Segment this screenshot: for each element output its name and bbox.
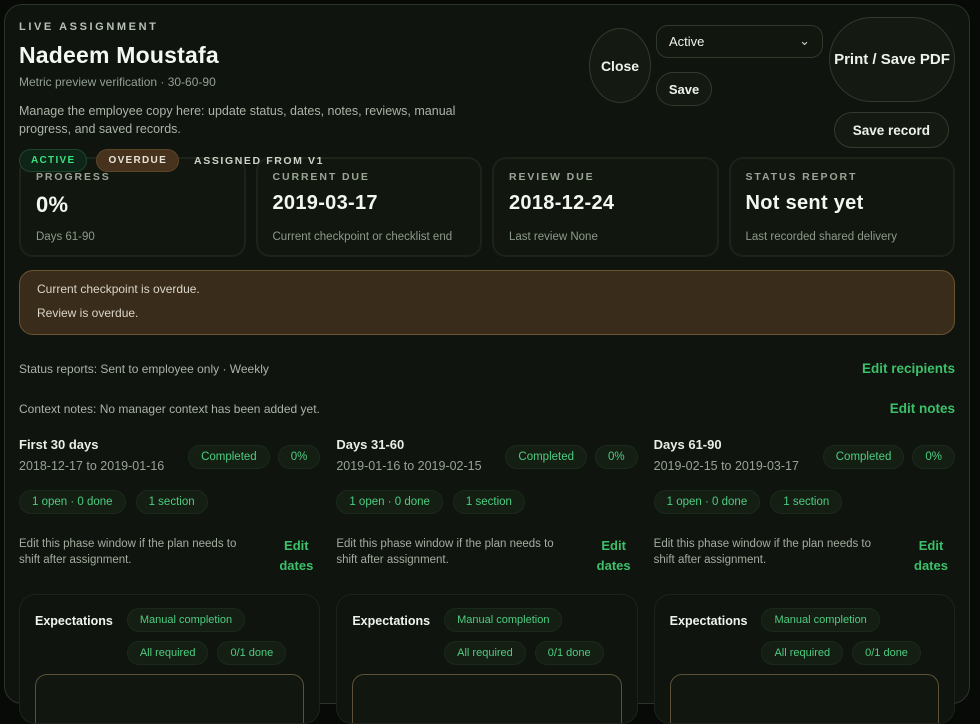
phase-range: 2019-01-16 to 2019-02-15 xyxy=(336,459,481,473)
expectations-grid: Expectations Manual completion All requi… xyxy=(19,594,955,724)
pill-all-required: All required xyxy=(444,641,526,665)
phase-open-done-pill: 1 open · 0 done xyxy=(654,490,761,514)
phase-section-pill: 1 section xyxy=(453,490,525,514)
overdue-alert: Current checkpoint is overdue. Review is… xyxy=(19,270,955,335)
edit-recipients-link[interactable]: Edit recipients xyxy=(862,361,955,376)
header-actions: Close Active ⌄ Save Print / Save PDF Sav… xyxy=(571,21,955,161)
assigned-from-badge: ASSIGNED FROM V1 xyxy=(188,155,324,167)
alert-line-checkpoint: Current checkpoint is overdue. xyxy=(37,282,937,296)
phase-status-pill: Completed xyxy=(823,445,905,469)
pill-all-required: All required xyxy=(761,641,843,665)
phase-range: 2018-12-17 to 2019-01-16 xyxy=(19,459,164,473)
edit-dates-link[interactable]: Edit dates xyxy=(907,536,955,575)
phase-range: 2019-02-15 to 2019-03-17 xyxy=(654,459,799,473)
stat-subtext: Last review None xyxy=(509,231,702,243)
stat-value: 0% xyxy=(36,192,229,218)
phase-section-pill: 1 section xyxy=(136,490,208,514)
context-notes-summary: Context notes: No manager context has be… xyxy=(19,402,320,416)
phase-open-done-pill: 1 open · 0 done xyxy=(336,490,443,514)
phase-open-done-pill: 1 open · 0 done xyxy=(19,490,126,514)
alert-line-review: Review is overdue. xyxy=(37,306,937,320)
phase-hint: Edit this phase window if the plan needs… xyxy=(654,536,886,575)
stat-subtext: Days 61-90 xyxy=(36,231,229,243)
status-badge-overdue: OVERDUE xyxy=(96,149,179,172)
status-reports-row: Status reports: Sent to employee only · … xyxy=(19,361,955,376)
save-button[interactable]: Save xyxy=(656,72,712,106)
expectation-item-box xyxy=(35,674,304,724)
stat-label: PROGRESS xyxy=(36,171,229,183)
pill-done-count: 0/1 done xyxy=(217,641,286,665)
phase-percent-pill: 0% xyxy=(912,445,955,469)
phase-block-days-31-60: Days 31-60 2019-01-16 to 2019-02-15 Comp… xyxy=(336,437,637,575)
pill-all-required: All required xyxy=(127,641,209,665)
phase-status-pill: Completed xyxy=(188,445,270,469)
edit-dates-link[interactable]: Edit dates xyxy=(590,536,638,575)
phase-title: Days 61-90 xyxy=(654,437,799,452)
expectations-title: Expectations xyxy=(352,614,430,628)
status-reports-summary: Status reports: Sent to employee only · … xyxy=(19,362,269,376)
pill-done-count: 0/1 done xyxy=(852,641,921,665)
status-select-value: Active xyxy=(669,34,704,49)
save-record-button[interactable]: Save record xyxy=(834,112,949,148)
pill-manual-completion: Manual completion xyxy=(444,608,562,632)
expectations-title: Expectations xyxy=(670,614,748,628)
stat-subtext: Current checkpoint or checklist end xyxy=(273,231,466,243)
phase-block-first-30-days: First 30 days 2018-12-17 to 2019-01-16 C… xyxy=(19,437,320,575)
stat-value: Not sent yet xyxy=(746,192,939,215)
assignment-description: Manage the employee copy here: update st… xyxy=(19,102,497,138)
expectations-card-phase-2: Expectations Manual completion All requi… xyxy=(336,594,637,724)
stat-label: CURRENT DUE xyxy=(273,171,466,183)
phase-hint: Edit this phase window if the plan needs… xyxy=(19,536,251,575)
expectations-card-phase-1: Expectations Manual completion All requi… xyxy=(19,594,320,724)
pill-manual-completion: Manual completion xyxy=(127,608,245,632)
context-notes-row: Context notes: No manager context has be… xyxy=(19,401,955,416)
phase-percent-pill: 0% xyxy=(278,445,321,469)
chevron-down-icon: ⌄ xyxy=(799,38,810,45)
phase-title: First 30 days xyxy=(19,437,164,452)
expectations-card-phase-3: Expectations Manual completion All requi… xyxy=(654,594,955,724)
phase-block-days-61-90: Days 61-90 2019-02-15 to 2019-03-17 Comp… xyxy=(654,437,955,575)
phase-title: Days 31-60 xyxy=(336,437,481,452)
stat-value: 2018-12-24 xyxy=(509,192,702,215)
expectation-item-box xyxy=(670,674,939,724)
edit-dates-link[interactable]: Edit dates xyxy=(272,536,320,575)
pill-done-count: 0/1 done xyxy=(535,641,604,665)
phase-section-pill: 1 section xyxy=(770,490,842,514)
close-button[interactable]: Close xyxy=(589,28,651,103)
status-select[interactable]: Active ⌄ xyxy=(656,25,823,58)
status-badge-active: ACTIVE xyxy=(19,149,87,172)
phase-percent-pill: 0% xyxy=(595,445,638,469)
phase-hint: Edit this phase window if the plan needs… xyxy=(336,536,568,575)
stat-label: STATUS REPORT xyxy=(746,171,939,183)
print-save-pdf-button[interactable]: Print / Save PDF xyxy=(829,17,955,102)
expectations-title: Expectations xyxy=(35,614,113,628)
stat-label: REVIEW DUE xyxy=(509,171,702,183)
phases-grid: First 30 days 2018-12-17 to 2019-01-16 C… xyxy=(19,437,955,575)
header: LIVE ASSIGNMENT Nadeem Moustafa Metric p… xyxy=(19,21,955,153)
edit-notes-link[interactable]: Edit notes xyxy=(890,401,955,416)
assignment-modal: LIVE ASSIGNMENT Nadeem Moustafa Metric p… xyxy=(4,4,970,704)
stat-subtext: Last recorded shared delivery xyxy=(746,231,939,243)
stat-value: 2019-03-17 xyxy=(273,192,466,215)
pill-manual-completion: Manual completion xyxy=(761,608,879,632)
expectation-item-box xyxy=(352,674,621,724)
phase-status-pill: Completed xyxy=(505,445,587,469)
